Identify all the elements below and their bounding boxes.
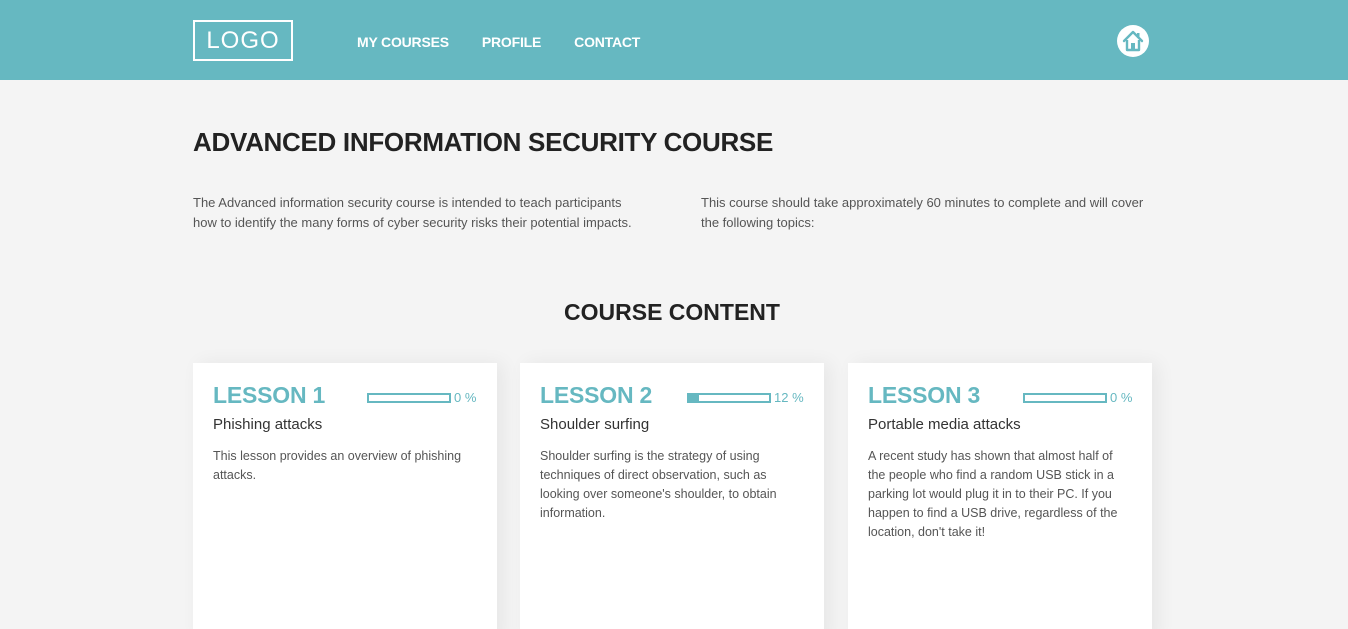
lesson-card-1[interactable]: LESSON 1 0 % Phishing attacks This lesso… xyxy=(193,363,497,629)
lesson-subtitle: Portable media attacks xyxy=(868,416,1021,433)
progress-bar xyxy=(1023,392,1107,403)
course-intro-left: The Advanced information security course… xyxy=(193,195,632,230)
progress-percent: 12 % xyxy=(774,390,804,405)
course-content-title: COURSE CONTENT xyxy=(564,299,780,325)
lesson-subtitle: Phishing attacks xyxy=(213,416,323,433)
nav-my-courses[interactable]: MY COURSES xyxy=(357,0,449,80)
lesson-description: A recent study has shown that almost hal… xyxy=(868,449,1118,539)
course-intro-right: This course should take approximately 60… xyxy=(701,195,1144,230)
home-icon xyxy=(1122,30,1144,52)
lesson-description: Shoulder surfing is the strategy of usin… xyxy=(540,449,777,520)
home-button[interactable] xyxy=(1117,25,1149,57)
main-nav: MY COURSES PROFILE CONTACT xyxy=(357,0,673,80)
logo[interactable]: LOGO xyxy=(193,20,293,61)
lesson-card-3[interactable]: LESSON 3 0 % Portable media attacks A re… xyxy=(848,363,1152,629)
progress-percent: 0 % xyxy=(1110,390,1133,405)
lesson-description: This lesson provides an overview of phis… xyxy=(213,449,462,482)
lesson-subtitle: Shoulder surfing xyxy=(540,416,650,433)
page-title: ADVANCED INFORMATION SECURITY COURSE xyxy=(193,127,774,157)
progress-percent: 0 % xyxy=(454,390,477,405)
lesson-card-2[interactable]: LESSON 2 12 % Shoulder surfing Shoulder … xyxy=(520,363,824,629)
nav-profile[interactable]: PROFILE xyxy=(482,0,541,80)
lesson-progress: 12 % xyxy=(687,390,804,405)
progress-fill xyxy=(689,394,699,401)
nav-contact[interactable]: CONTACT xyxy=(574,0,640,80)
lesson-progress: 0 % xyxy=(1023,390,1132,405)
progress-bar xyxy=(367,392,451,403)
header-bar: LOGO MY COURSES PROFILE CONTACT xyxy=(0,0,1348,80)
progress-bar xyxy=(687,392,771,403)
lesson-progress: 0 % xyxy=(367,390,476,405)
